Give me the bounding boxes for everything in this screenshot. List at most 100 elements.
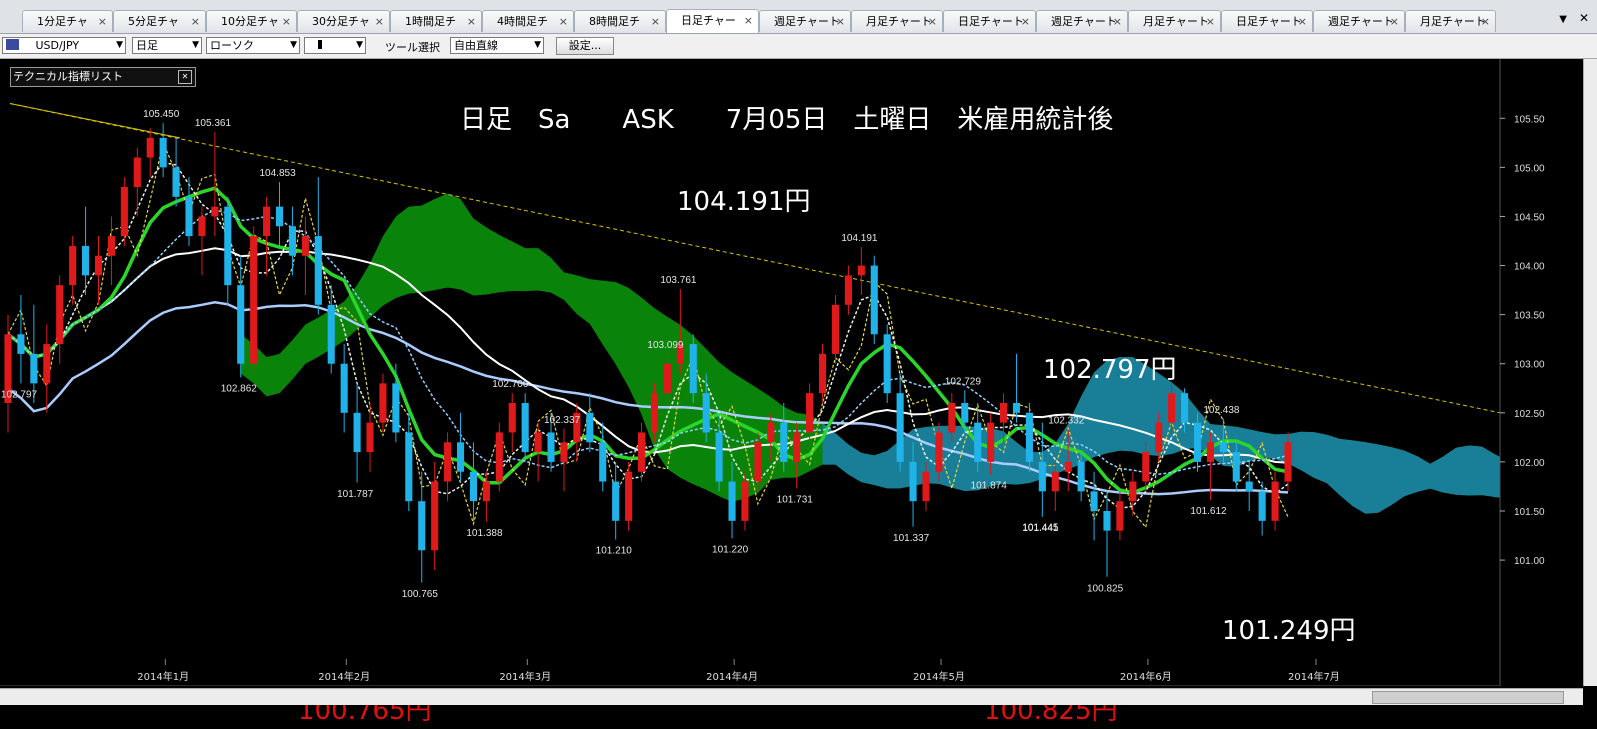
tab-16[interactable]: 月足チャート × (1405, 10, 1496, 32)
date-tick-label: 2014年4月 (706, 670, 758, 683)
candle-body (754, 442, 762, 482)
chart-area[interactable]: 105.450 105.361 104.853 102.862 101.787 100.7… (0, 59, 1597, 729)
candle-body (327, 304, 335, 364)
period-select[interactable]: 日足 ▼ (132, 37, 202, 54)
tab-12[interactable]: 週足チャート × (1036, 10, 1128, 32)
candle-body (922, 471, 930, 502)
date-tick-label: 2014年1月 (137, 670, 189, 683)
candle-body (1012, 403, 1021, 413)
horizontal-scrollbar[interactable] (0, 688, 1583, 705)
candle-body (586, 412, 594, 443)
tab-close-icon[interactable]: × (191, 11, 200, 32)
tab-14[interactable]: 日足チャート × (1221, 10, 1313, 32)
tab-label: 週足チャート (1051, 15, 1117, 28)
tab-label: 4時間足チ (497, 15, 548, 28)
candle-body (431, 481, 439, 551)
candle-body (1284, 442, 1292, 482)
candle-body (56, 285, 64, 345)
price-chart[interactable]: 105.450 105.361 104.853 102.862 101.787 100.7… (0, 59, 1583, 686)
candle-body (948, 403, 956, 433)
tab-label: 月足チャート (866, 15, 932, 28)
currency-pair-select[interactable]: USD/JPY ▼ (2, 37, 126, 54)
tab-6[interactable]: 4時間足チ × (482, 10, 574, 32)
candle-body (896, 393, 904, 462)
high-annotation-2: 102.797円 (1043, 355, 1177, 385)
tab-close-icon[interactable]: × (98, 11, 107, 32)
tab-label: 月足チャート (1420, 15, 1486, 28)
tab-close-icon[interactable]: × (744, 10, 753, 31)
settings-button[interactable]: 設定... (556, 37, 614, 55)
tab-close-icon[interactable]: × (1206, 11, 1215, 32)
candle-body (444, 442, 452, 482)
price-label: 101.210 (596, 545, 633, 556)
candle-body (547, 432, 555, 462)
tab-label: 1時間足チ (405, 15, 456, 28)
tab-close-icon[interactable]: × (836, 11, 845, 32)
tab-9[interactable]: 週足チャート × (759, 10, 851, 32)
indicator-list-panel[interactable]: テクニカル指標リスト ✕ (10, 67, 196, 87)
candle-body (224, 206, 232, 286)
close-window-icon[interactable]: ✕ (1579, 11, 1589, 25)
candle-body (94, 255, 103, 276)
candle-body (844, 275, 852, 305)
price-label: 103.761 (660, 275, 697, 286)
tab-label: 30分足チャ (312, 15, 370, 28)
tab-label: 10分足チャ (221, 15, 279, 28)
tab-4[interactable]: 30分足チャ × (297, 10, 390, 32)
price-label: 101.337 (893, 533, 930, 544)
tab-label: 日足チャート (1236, 15, 1302, 28)
price-label: 101.220 (712, 544, 749, 555)
tab-5[interactable]: 1時間足チ × (390, 10, 482, 32)
candle-body (637, 432, 646, 472)
tab-close-icon[interactable]: × (1481, 11, 1490, 32)
drawing-tool-select[interactable]: 自由直線 ▼ (450, 37, 544, 54)
tab-close-icon[interactable]: × (467, 11, 476, 32)
tab-close-icon[interactable]: × (651, 11, 660, 32)
tab-7[interactable]: 8時間足チ × (574, 10, 666, 32)
tab-close-icon[interactable]: × (1298, 11, 1307, 32)
tab-close-icon[interactable]: × (375, 11, 384, 32)
tab-8[interactable]: 日足チャー × (666, 9, 759, 33)
close-icon[interactable]: ✕ (178, 70, 192, 84)
candle-body (211, 206, 219, 217)
candle-body (1025, 412, 1033, 462)
tab-3[interactable]: 10分足チャ × (206, 10, 297, 32)
tab-close-icon[interactable]: × (282, 11, 291, 32)
candle-body (521, 403, 529, 453)
tab-close-icon[interactable]: × (1021, 11, 1030, 32)
tab-13[interactable]: 月足チャート × (1128, 10, 1221, 32)
candle-body (1142, 452, 1150, 482)
candle-body (663, 363, 671, 394)
price-axis: 105.50 105.00 104.50 104.00 103.50 103.00 102.… (1499, 59, 1583, 686)
tab-label: 月足チャート (1143, 15, 1209, 28)
candle-body (1038, 461, 1046, 492)
candle-style-select[interactable]: ▼ (304, 37, 366, 54)
candle-body (30, 353, 38, 384)
vertical-scrollbar[interactable] (1583, 59, 1597, 686)
tab-10[interactable]: 月足チャート × (851, 10, 943, 32)
scrollbar-thumb[interactable] (1372, 691, 1564, 704)
candle-body (482, 481, 490, 502)
candle-body (767, 422, 775, 443)
candle-body (702, 393, 710, 433)
tab-15[interactable]: 週足チャート × (1313, 10, 1405, 32)
tab-11[interactable]: 日足チャート × (943, 10, 1036, 32)
tab-2[interactable]: 5分足チャ × (113, 10, 206, 32)
tab-list-menu-icon[interactable]: ▼ (1559, 14, 1567, 25)
price-tick-label: 105.00 (1514, 163, 1545, 174)
chart-type-select[interactable]: ローソク ▼ (206, 37, 300, 54)
candle-body (534, 432, 542, 453)
candle-body (159, 137, 167, 168)
tab-close-icon[interactable]: × (1113, 11, 1122, 32)
date-tick-label: 2014年3月 (499, 670, 551, 683)
tab-1[interactable]: 1分足チャ × (22, 10, 113, 32)
candle-body (818, 353, 827, 394)
chevron-down-icon: ▼ (290, 40, 297, 50)
tab-close-icon[interactable]: × (928, 11, 937, 32)
tab-close-icon[interactable]: × (1390, 11, 1399, 32)
candle-body (405, 432, 413, 502)
tab-close-icon[interactable]: × (559, 11, 568, 32)
candle-body (909, 461, 917, 502)
candle-body (1116, 501, 1124, 531)
price-label: 100.765 (402, 589, 439, 600)
